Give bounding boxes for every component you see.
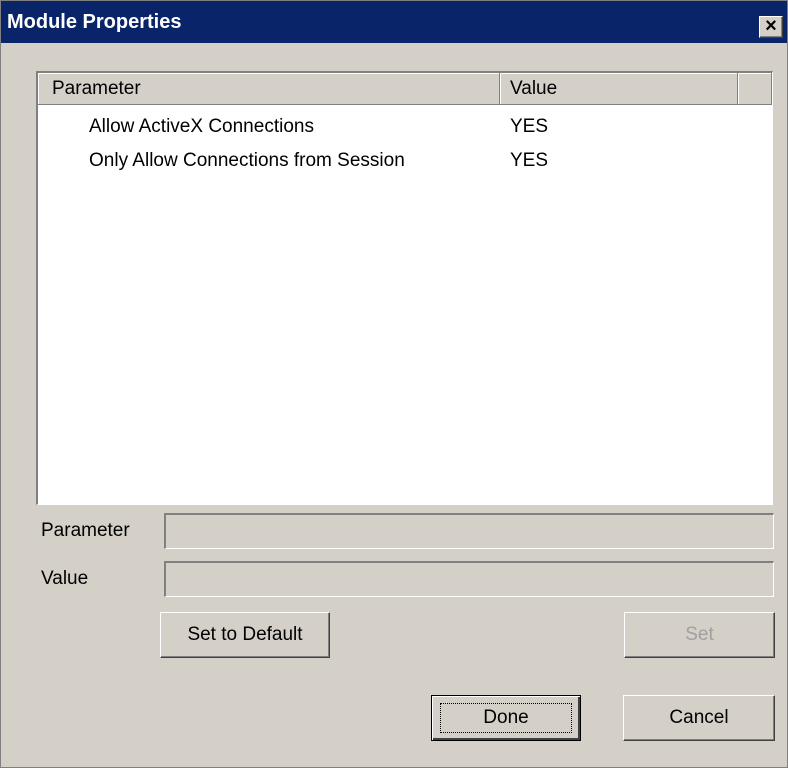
focus-indicator xyxy=(440,703,572,733)
set-button[interactable]: Set xyxy=(624,612,775,658)
value-field[interactable] xyxy=(164,561,774,597)
module-properties-dialog: Module Properties × Parameter Value Allo… xyxy=(0,0,788,768)
row-parameter: Only Allow Connections from Session xyxy=(89,150,405,171)
column-header-filler xyxy=(738,73,772,105)
row-value: YES xyxy=(510,150,549,171)
close-icon: × xyxy=(765,15,777,37)
title-bar[interactable]: Module Properties × xyxy=(1,1,787,43)
window-title: Module Properties xyxy=(7,11,182,33)
cancel-button[interactable]: Cancel xyxy=(623,695,775,741)
list-header: Parameter Value xyxy=(38,73,772,105)
column-header-value[interactable]: Value xyxy=(500,73,738,105)
column-header-parameter[interactable]: Parameter xyxy=(38,73,500,105)
parameter-field[interactable] xyxy=(164,513,774,549)
parameters-list[interactable]: Parameter Value Allow ActiveX Connection… xyxy=(36,71,773,505)
set-to-default-button[interactable]: Set to Default xyxy=(160,612,330,658)
value-label: Value xyxy=(41,568,89,589)
list-row[interactable]: Only Allow Connections from Session YES xyxy=(38,144,772,178)
row-parameter: Allow ActiveX Connections xyxy=(89,116,314,137)
close-button[interactable]: × xyxy=(759,15,783,38)
row-value: YES xyxy=(510,116,549,137)
done-button[interactable]: Done xyxy=(431,695,581,741)
parameter-label: Parameter xyxy=(41,520,130,541)
list-row[interactable]: Allow ActiveX Connections YES xyxy=(38,110,772,144)
